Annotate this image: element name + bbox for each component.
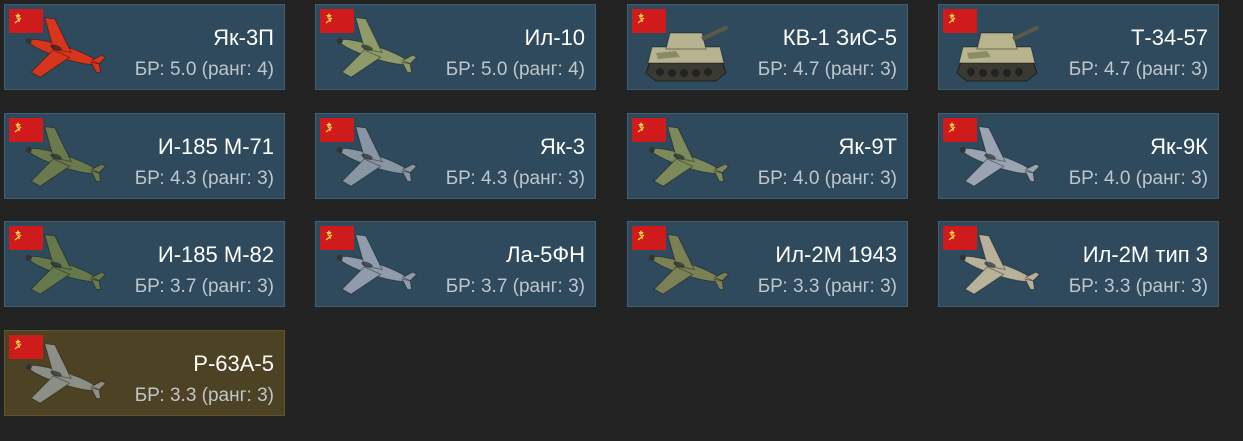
vehicle-battle-rating: БР: 3.3 (ранг: 3) [757, 276, 897, 297]
vehicle-card[interactable]: Як-9Т БР: 4.0 (ранг: 3) [627, 113, 908, 199]
ussr-flag-icon [320, 226, 354, 250]
vehicle-battle-rating: БР: 4.7 (ранг: 3) [757, 59, 897, 80]
vehicle-battle-rating: БР: 4.0 (ранг: 3) [757, 168, 897, 189]
vehicle-name: Як-9К [1150, 134, 1208, 159]
vehicle-name: Ил-2М 1943 [775, 242, 897, 267]
vehicle-name: Як-9Т [838, 134, 897, 159]
vehicle-card[interactable]: Ил-2М тип 3 БР: 3.3 (ранг: 3) [938, 221, 1219, 307]
ussr-flag-icon [9, 9, 43, 33]
vehicle-name: Р-63А-5 [193, 351, 274, 376]
vehicle-battle-rating: БР: 4.3 (ранг: 3) [134, 168, 274, 189]
vehicle-battle-rating: БР: 4.3 (ранг: 3) [445, 168, 585, 189]
vehicle-battle-rating: БР: 5.0 (ранг: 4) [134, 59, 274, 80]
vehicle-card[interactable]: Ил-10 БР: 5.0 (ранг: 4) [315, 4, 596, 90]
vehicle-card[interactable]: И-185 М-71 БР: 4.3 (ранг: 3) [4, 113, 285, 199]
ussr-flag-icon [632, 118, 666, 142]
vehicle-name: Т-34-57 [1130, 25, 1208, 50]
vehicle-battle-rating: БР: 4.7 (ранг: 3) [1068, 59, 1208, 80]
ussr-flag-icon [943, 226, 977, 250]
vehicle-card[interactable]: КВ-1 ЗиС-5 БР: 4.7 (ранг: 3) [627, 4, 908, 90]
ussr-flag-icon [320, 9, 354, 33]
vehicle-card[interactable]: Ил-2М 1943 БР: 3.3 (ранг: 3) [627, 221, 908, 307]
vehicle-battle-rating: БР: 3.3 (ранг: 3) [1068, 276, 1208, 297]
vehicle-card[interactable]: Р-63А-5 БР: 3.3 (ранг: 3) [4, 330, 285, 416]
vehicle-name: КВ-1 ЗиС-5 [782, 25, 897, 50]
vehicle-name: Ил-10 [524, 25, 585, 50]
ussr-flag-icon [9, 118, 43, 142]
ussr-flag-icon [320, 118, 354, 142]
vehicle-battle-rating: БР: 3.7 (ранг: 3) [445, 276, 585, 297]
ussr-flag-icon [632, 9, 666, 33]
vehicle-grid: Як-3П БР: 5.0 (ранг: 4) Ил-10 БР: 5.0 (ран… [0, 0, 1243, 441]
vehicle-card[interactable]: Як-3П БР: 5.0 (ранг: 4) [4, 4, 285, 90]
vehicle-battle-rating: БР: 4.0 (ранг: 3) [1068, 168, 1208, 189]
ussr-flag-icon [9, 335, 43, 359]
ussr-flag-icon [943, 118, 977, 142]
ussr-flag-icon [9, 226, 43, 250]
vehicle-card[interactable]: И-185 М-82 БР: 3.7 (ранг: 3) [4, 221, 285, 307]
vehicle-card[interactable]: Т-34-57 БР: 4.7 (ранг: 3) [938, 4, 1219, 90]
vehicle-battle-rating: БР: 3.3 (ранг: 3) [134, 385, 274, 406]
vehicle-name: Ил-2М тип 3 [1082, 242, 1208, 267]
vehicle-battle-rating: БР: 5.0 (ранг: 4) [445, 59, 585, 80]
vehicle-name: Ла-5ФН [506, 242, 585, 267]
vehicle-card[interactable]: Як-3 БР: 4.3 (ранг: 3) [315, 113, 596, 199]
vehicle-name: И-185 М-71 [157, 134, 274, 159]
vehicle-battle-rating: БР: 3.7 (ранг: 3) [134, 276, 274, 297]
vehicle-card[interactable]: Як-9К БР: 4.0 (ранг: 3) [938, 113, 1219, 199]
vehicle-card[interactable]: Ла-5ФН БР: 3.7 (ранг: 3) [315, 221, 596, 307]
ussr-flag-icon [943, 9, 977, 33]
vehicle-name: Як-3П [213, 25, 274, 50]
ussr-flag-icon [632, 226, 666, 250]
vehicle-name: И-185 М-82 [157, 242, 274, 267]
vehicle-name: Як-3 [539, 134, 585, 159]
